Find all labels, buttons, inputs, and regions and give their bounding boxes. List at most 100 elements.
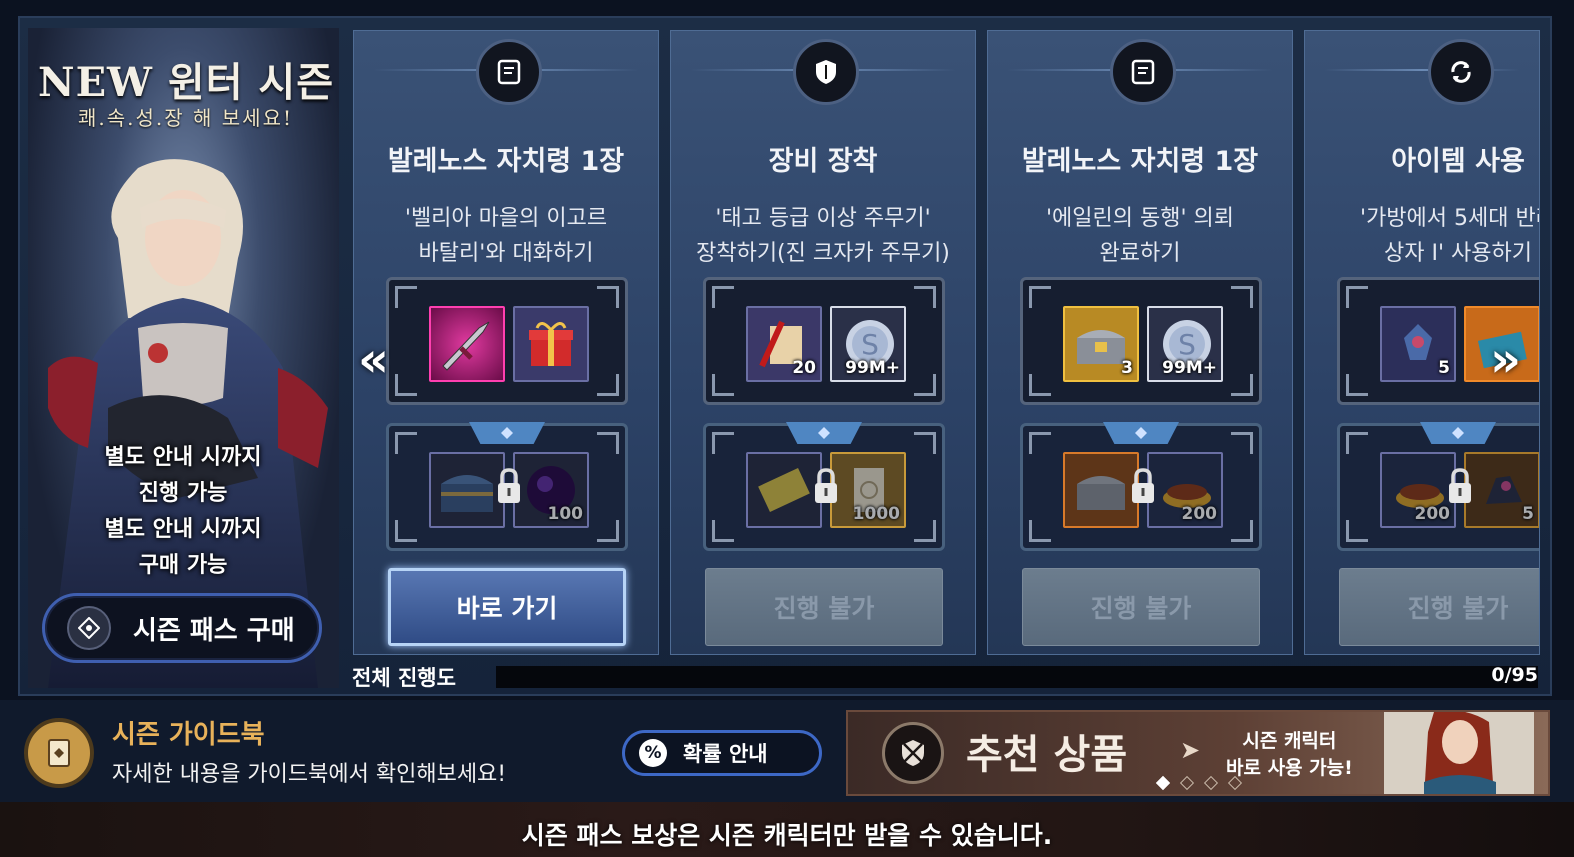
- mission-card: 발레노스 자치령 1장 '에일린의 동행' 의뢰 완료하기 3 S 99M+ 2…: [987, 30, 1293, 655]
- lock-icon: [1132, 468, 1154, 503]
- season-character-portrait: [1384, 712, 1534, 794]
- svg-text:S: S: [1178, 328, 1196, 361]
- overall-progress-label: 전체 진행도: [352, 666, 456, 690]
- go-now-button[interactable]: 바로 가기: [388, 568, 626, 646]
- item-count: 1000: [852, 504, 900, 524]
- item-count: 100: [547, 504, 584, 524]
- previous-arrow-icon[interactable]: «: [358, 336, 389, 384]
- mission-description-line: 바탈리'와 대화하기: [418, 241, 594, 266]
- mission-description: '에일린의 동행' 의뢰 완료하기: [988, 201, 1292, 271]
- shield-emblem-icon: [882, 722, 944, 784]
- free-reward-box: 20 S 99M+: [703, 277, 945, 405]
- shield-sword-icon: [793, 39, 859, 105]
- arrow-right-icon: ➤: [1180, 736, 1201, 764]
- item-count: 3: [1121, 358, 1133, 378]
- premium-reward-box: 1000: [703, 422, 945, 551]
- reward-item-slot[interactable]: 200: [1147, 452, 1223, 528]
- pet-creature-icon: [1486, 476, 1522, 504]
- mission-description-line: '가방에서 5세대 반려: [1360, 206, 1540, 231]
- guidebook-title: 시즌 가이드북: [112, 720, 265, 750]
- ticket-icon: [758, 468, 810, 512]
- mission-description-line: 상자 I' 사용하기: [1384, 241, 1532, 266]
- reward-item-slot[interactable]: 100: [513, 452, 589, 528]
- item-count: 200: [1414, 504, 1451, 524]
- probability-info-label: 확률 안내: [683, 742, 768, 766]
- lock-icon: [1449, 468, 1471, 503]
- treasure-chest-icon: [441, 475, 493, 512]
- reward-item-slot[interactable]: [429, 306, 505, 382]
- gift-box-icon: [529, 322, 573, 366]
- mission-title: 아이템 사용: [1391, 146, 1525, 177]
- mission-description: '가방에서 5세대 반려 상자 I' 사용하기: [1305, 201, 1540, 271]
- premium-gem-icon: [786, 422, 862, 444]
- recommended-product-banner[interactable]: 추천 상품 ➤ 시즌 캐릭터 바로 사용 가능!: [846, 710, 1550, 796]
- mission-description-line: '벨리아 마을의 이고르: [404, 206, 608, 231]
- item-count: 5: [1438, 358, 1450, 378]
- item-count: 99M+: [845, 358, 900, 378]
- scroll-quest-icon: [476, 39, 542, 105]
- mission-title: 발레노스 자치령 1장: [1021, 146, 1259, 177]
- unavailable-button[interactable]: 진행 불가: [1339, 568, 1539, 646]
- reward-item-slot[interactable]: 5: [1464, 452, 1539, 528]
- reward-item-slot[interactable]: S 99M+: [1147, 306, 1223, 382]
- reward-item-slot[interactable]: 1000: [830, 452, 906, 528]
- weapon-item-icon: [442, 321, 490, 371]
- item-count: 5: [1522, 504, 1534, 524]
- unavailable-button[interactable]: 진행 불가: [705, 568, 943, 646]
- scroll-quest-icon: [1110, 39, 1176, 105]
- guidebook-description: 자세한 내용을 가이드북에서 확인해보세요!: [112, 762, 507, 787]
- mission-title: 장비 장착: [768, 146, 878, 177]
- note-line: 별도 안내 시까지: [104, 517, 262, 542]
- next-arrow-icon[interactable]: »: [1490, 336, 1521, 384]
- footer-notice: 시즌 패스 보상은 시즌 캐릭터만 받을 수 있습니다.: [521, 821, 1053, 850]
- premium-reward-box: 100: [386, 422, 628, 551]
- season-pass-buy-button[interactable]: 시즌 패스 구매: [42, 593, 322, 663]
- reward-item-slot[interactable]: [513, 306, 589, 382]
- reward-item-slot[interactable]: 3: [1063, 306, 1139, 382]
- pet-food-bowl-icon: [1396, 484, 1444, 508]
- reward-item-slot[interactable]: S 99M+: [830, 306, 906, 382]
- recommended-title: 추천 상품: [966, 732, 1128, 778]
- purple-orb-icon: [527, 466, 575, 514]
- bottom-bar: 시즌 가이드북 자세한 내용을 가이드북에서 확인해보세요! % 확률 안내 추…: [0, 700, 1574, 802]
- season-hero-panel: NEW 윈터 시즌 쾌.속.성.장 해 보세요! 별도 안내 시까지 진행 가능…: [28, 28, 339, 688]
- mission-card: 장비 장착 '태고 등급 이상 주무기' 장착하기(진 크자카 주무기) 20 …: [670, 30, 976, 655]
- note-line: 진행 가능: [138, 481, 228, 506]
- mission-description-line: '에일린의 동행' 의뢰: [1045, 206, 1234, 231]
- premium-reward-box: 200 5: [1337, 422, 1539, 551]
- unavailable-button[interactable]: 진행 불가: [1022, 568, 1260, 646]
- mission-description: '벨리아 마을의 이고르 바탈리'와 대화하기: [354, 201, 658, 271]
- reward-item-slot[interactable]: 5: [1380, 306, 1456, 382]
- guidebook-icon[interactable]: [24, 718, 94, 788]
- premium-gem-icon: [1103, 422, 1179, 444]
- page-dot[interactable]: [1227, 775, 1243, 791]
- mission-description-line: 완료하기: [1099, 241, 1181, 266]
- banner-page-dots: [1155, 775, 1243, 791]
- mission-card: 발레노스 자치령 1장 '벨리아 마을의 이고르 바탈리'와 대화하기 100 …: [353, 30, 659, 655]
- scroll-icon: [854, 468, 884, 512]
- overall-progress-bar: [496, 666, 1538, 688]
- caption-line: 시즌 캐릭터: [1242, 730, 1337, 752]
- probability-info-button[interactable]: % 확률 안내: [622, 730, 822, 776]
- caption-line: 바로 사용 가능!: [1226, 757, 1353, 779]
- season-pass-icon: [67, 606, 111, 650]
- premium-reward-box: 200: [1020, 422, 1262, 551]
- premium-gem-icon: [1420, 422, 1496, 444]
- free-reward-box: 3 S 99M+: [1020, 277, 1262, 405]
- pet-food-bowl-icon: [1163, 484, 1211, 508]
- premium-gem-icon: [469, 422, 545, 444]
- note-line: 별도 안내 시까지: [104, 445, 262, 470]
- mission-description-line: 장착하기(진 크자카 주무기): [696, 241, 950, 266]
- page-dot[interactable]: [1179, 775, 1195, 791]
- refresh-icon: [1428, 39, 1494, 105]
- note-line: 구매 가능: [138, 553, 228, 578]
- page-dot[interactable]: [1155, 775, 1171, 791]
- mission-title: 발레노스 자치령 1장: [387, 146, 625, 177]
- season-pass-buy-label: 시즌 패스 구매: [133, 615, 295, 646]
- reward-item-slot[interactable]: 20: [746, 306, 822, 382]
- item-count: 99M+: [1162, 358, 1217, 378]
- mission-description-line: '태고 등급 이상 주무기': [715, 206, 931, 231]
- svg-text:S: S: [861, 328, 879, 361]
- page-dot[interactable]: [1203, 775, 1219, 791]
- chest-icon: [1077, 476, 1125, 510]
